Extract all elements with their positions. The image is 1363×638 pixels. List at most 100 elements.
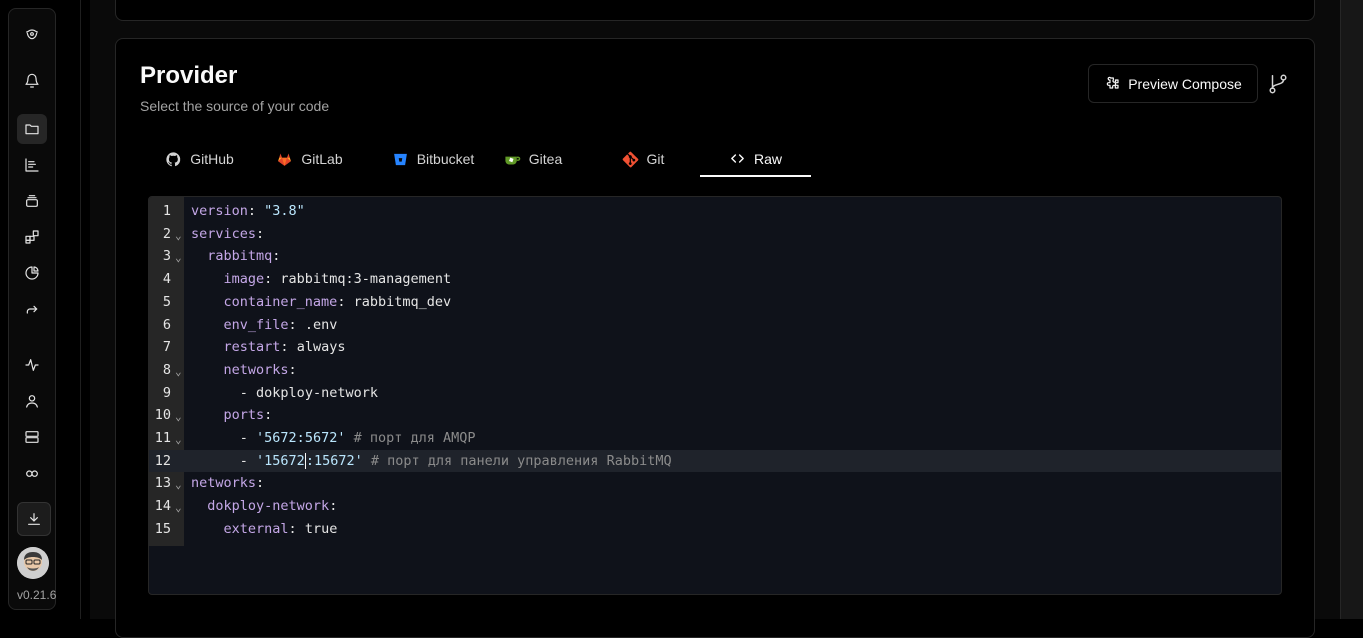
- tab-label: Gitea: [528, 151, 563, 167]
- avatar[interactable]: [17, 547, 49, 579]
- line-number: 1: [162, 203, 171, 219]
- line-number: 8: [162, 361, 171, 378]
- sidebar-item-templates[interactable]: [17, 186, 47, 216]
- code-line[interactable]: 12 - '15672:15672' # порт для панели упр…: [149, 449, 1281, 473]
- line-number: 13: [154, 475, 171, 492]
- tab-raw[interactable]: Raw: [700, 142, 811, 177]
- pie-chart-icon: [25, 266, 39, 280]
- tab-bitbucket[interactable]: Bitbucket: [368, 142, 498, 176]
- code-line[interactable]: 2 ⌄ services:: [149, 223, 1281, 246]
- tab-gitlab[interactable]: GitLab: [258, 142, 361, 176]
- line-code: env_file: .env: [223, 316, 338, 333]
- logo-icon: [26, 29, 38, 40]
- tab-label: Raw: [753, 150, 782, 167]
- folder-icon: [25, 124, 39, 135]
- line-number: 7: [162, 339, 171, 356]
- scrollbar-track[interactable]: [1340, 0, 1363, 619]
- line-code: networks:: [223, 361, 297, 378]
- sidebar-item-projects[interactable]: [17, 114, 47, 144]
- compose-code-editor[interactable]: 1 version: "3.8" 2 ⌄ services: 3 ⌄ rabbitmq: 4 …: [148, 196, 1282, 595]
- tab-github[interactable]: GitHub: [148, 142, 251, 176]
- bitbucket-icon: [393, 153, 407, 165]
- sidebar-item-servers[interactable]: [17, 422, 47, 452]
- gitea-icon: [505, 156, 520, 164]
- fold-chevron-icon[interactable]: ⌄: [175, 225, 182, 248]
- code-line[interactable]: 10 ⌄ ports:: [149, 404, 1281, 427]
- tab-git[interactable]: Git: [603, 142, 683, 176]
- code-line[interactable]: 7 restart: always: [149, 336, 1281, 359]
- code-line[interactable]: 4 image: rabbitmq:3-management: [149, 268, 1281, 291]
- code-line[interactable]: 13 ⌄ networks:: [149, 472, 1281, 495]
- line-code: - '15672:15672' # порт для панели управл…: [239, 452, 672, 469]
- line-code: ports:: [223, 407, 273, 424]
- line-code: rabbitmq:: [207, 248, 281, 265]
- line-code: external: true: [223, 520, 338, 537]
- previous-section-card: [115, 0, 1315, 21]
- avatar-face-icon: [17, 547, 49, 579]
- code-line[interactable]: 1 version: "3.8": [149, 200, 1281, 223]
- line-number: 6: [162, 316, 171, 333]
- gitlab-icon: [278, 152, 292, 166]
- git-branch-icon: [1269, 74, 1287, 94]
- sidebar-item-activity[interactable]: [17, 350, 47, 380]
- line-code: version: "3.8": [191, 203, 305, 219]
- fold-chevron-icon[interactable]: ⌄: [175, 497, 182, 520]
- line-code: services:: [191, 225, 265, 242]
- line-number: 14: [154, 498, 171, 515]
- code-icon: [731, 154, 744, 163]
- code-line[interactable]: 11 ⌄ - '5672:5672' # порт для AMQP: [149, 427, 1281, 450]
- line-number: 11: [154, 430, 171, 446]
- sidebar-item-notifications[interactable]: [17, 66, 47, 96]
- preview-compose-button[interactable]: Preview Compose: [1088, 64, 1258, 103]
- page-subtitle: Select the source of your code: [140, 98, 330, 114]
- app-version: v0.21.6: [17, 588, 57, 602]
- activity-icon: [25, 359, 39, 371]
- line-code: restart: always: [223, 339, 346, 356]
- layout-divider: [80, 0, 81, 619]
- sidebar-item-redirects[interactable]: [17, 294, 47, 324]
- code-line[interactable]: 9 - dokploy-network: [149, 382, 1281, 405]
- preview-compose-label: Preview Compose: [1128, 75, 1242, 92]
- forward-icon: [26, 305, 38, 314]
- sidebar-item-monitoring[interactable]: [17, 150, 47, 180]
- tab-gitea[interactable]: Gitea: [493, 142, 573, 176]
- github-icon: [166, 151, 181, 166]
- tab-label: GitHub: [190, 151, 234, 167]
- puzzle-icon: [1106, 76, 1119, 89]
- fold-chevron-icon[interactable]: ⌄: [175, 406, 182, 429]
- blocks-icon: [25, 230, 39, 244]
- code-line[interactable]: 3 ⌄ rabbitmq:: [149, 245, 1281, 268]
- download-button[interactable]: [17, 502, 51, 536]
- fold-chevron-icon[interactable]: ⌄: [175, 247, 182, 270]
- git-icon: [622, 151, 638, 167]
- code-line[interactable]: 6 env_file: .env: [149, 314, 1281, 337]
- line-number: 3: [162, 248, 171, 265]
- code-line[interactable]: 8 ⌄ networks:: [149, 359, 1281, 382]
- line-number: 10: [154, 407, 171, 424]
- line-code: image: rabbitmq:3-management: [223, 271, 452, 288]
- code-line[interactable]: 5 container_name: rabbitmq_dev: [149, 291, 1281, 314]
- line-code: - dokploy-network: [239, 384, 378, 401]
- sidebar-item-registry[interactable]: [17, 222, 47, 252]
- line-number: 12: [154, 452, 171, 469]
- sidebar-item-integrations[interactable]: [17, 458, 47, 488]
- line-number: 4: [162, 271, 171, 288]
- layers-icon: [26, 195, 38, 207]
- git-branch-button[interactable]: [1266, 72, 1290, 96]
- fold-chevron-icon[interactable]: ⌄: [175, 361, 182, 384]
- code-line[interactable]: 15 external: true: [149, 518, 1281, 541]
- fold-chevron-icon[interactable]: ⌄: [175, 474, 182, 497]
- line-code: container_name: rabbitmq_dev: [223, 293, 452, 310]
- line-number: 15: [154, 520, 171, 537]
- line-code: networks:: [191, 475, 265, 492]
- logo-button[interactable]: [17, 19, 47, 49]
- user-icon: [26, 395, 38, 408]
- chart-icon: [25, 158, 39, 172]
- sidebar: v0.21.6: [8, 8, 56, 610]
- sidebar-item-usage[interactable]: [17, 258, 47, 288]
- download-icon: [28, 513, 40, 525]
- code-line[interactable]: 14 ⌄ dokploy-network:: [149, 495, 1281, 518]
- tab-label: Bitbucket: [416, 151, 475, 167]
- sidebar-item-profile[interactable]: [17, 386, 47, 416]
- fold-chevron-icon[interactable]: ⌄: [175, 429, 182, 452]
